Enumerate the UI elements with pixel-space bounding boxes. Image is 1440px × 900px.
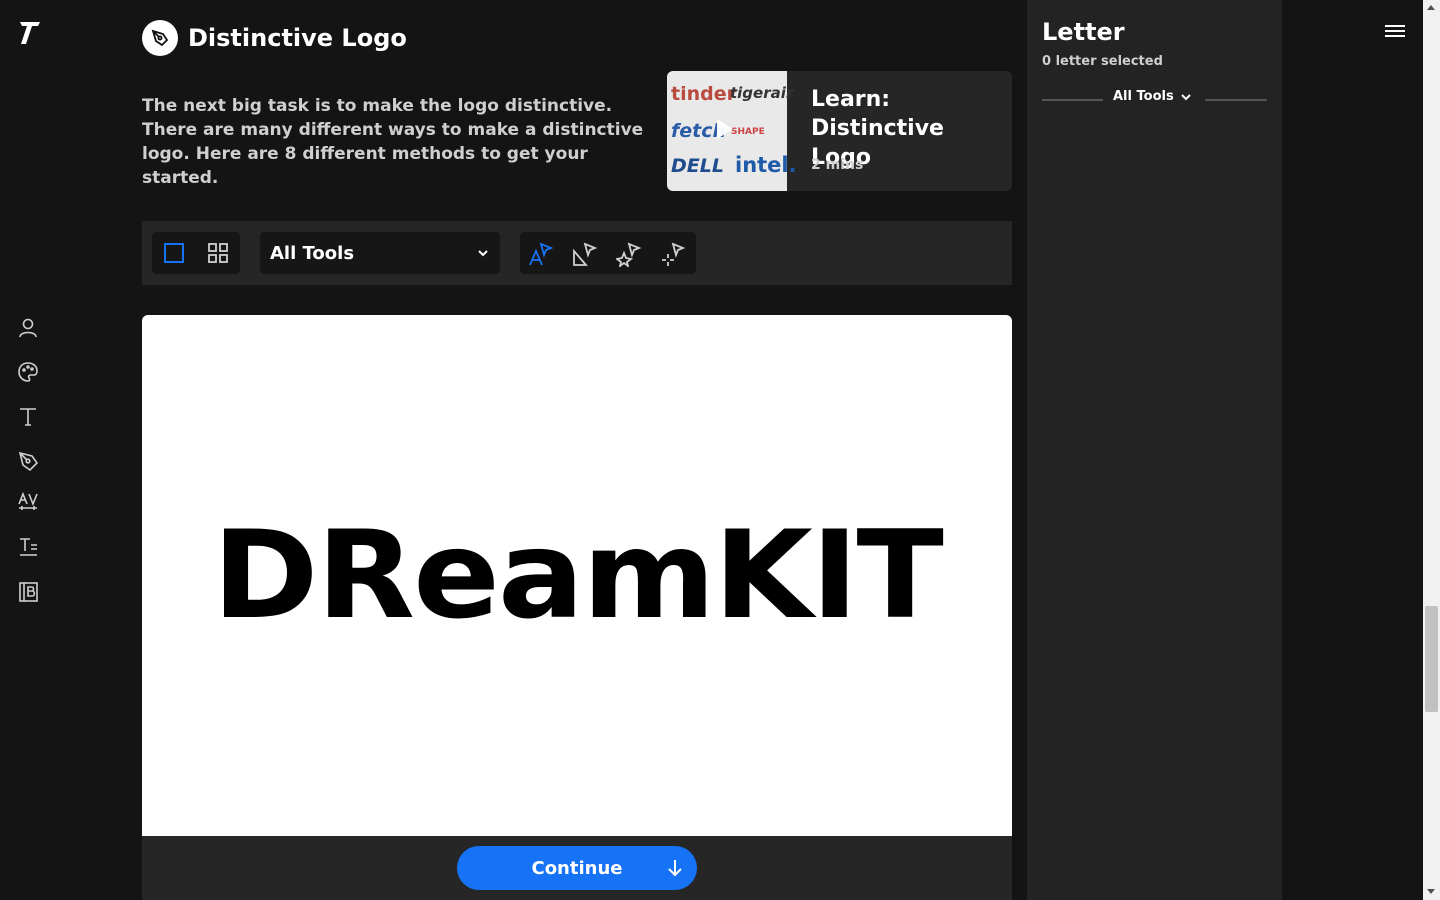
- logo-canvas[interactable]: DReamKIT: [142, 315, 1012, 836]
- letter-panel: Letter 0 letter selected All Tools: [1027, 0, 1282, 900]
- grid-view-button[interactable]: [206, 241, 230, 265]
- scroll-thumb[interactable]: [1425, 606, 1438, 712]
- thumb-word: DELL: [671, 155, 724, 177]
- person-icon[interactable]: [16, 316, 40, 340]
- panel-title: Letter: [1042, 18, 1125, 46]
- hamburger-icon: [1385, 35, 1405, 37]
- continue-label: Continue: [531, 857, 623, 879]
- grid-view-icon: [208, 243, 228, 263]
- chevron-down-icon: [1180, 93, 1191, 100]
- sparkle-select-icon: [616, 242, 642, 267]
- split-select-icon: [662, 242, 686, 266]
- scroll-up-arrow-icon[interactable]: [1427, 5, 1435, 10]
- book-icon[interactable]: [16, 580, 40, 604]
- page-header: Distinctive Logo: [142, 20, 407, 56]
- toolbar: All Tools: [142, 221, 1012, 285]
- text-lines-icon[interactable]: [16, 535, 40, 559]
- sparkle-tool-button[interactable]: [616, 241, 642, 267]
- thumb-word: tinder: [671, 83, 736, 105]
- tool-filter-value: All Tools: [270, 242, 355, 264]
- pen-icon[interactable]: [16, 449, 40, 473]
- split-tool-button[interactable]: [660, 241, 686, 267]
- tool-filter-select[interactable]: All Tools: [260, 232, 500, 274]
- kerning-icon[interactable]: [16, 491, 40, 515]
- logo-preview: DReamKIT: [142, 315, 1012, 836]
- chevron-down-icon: [478, 250, 488, 257]
- video-thumbnail[interactable]: tinder tigerair fetch SHAPE DELL intel.: [667, 71, 797, 191]
- thumb-word: tigerair: [730, 84, 794, 102]
- letter-tool-button[interactable]: [528, 241, 554, 267]
- pen-nib-icon: [142, 20, 178, 56]
- main-content: Distinctive Logo The next big task is to…: [142, 0, 1012, 900]
- learn-duration: 2 mins: [811, 157, 864, 173]
- single-view-icon: [164, 243, 184, 263]
- scroll-down-arrow-icon[interactable]: [1427, 889, 1435, 894]
- continue-button[interactable]: Continue: [457, 846, 697, 890]
- learn-video-card[interactable]: tinder tigerair fetch SHAPE DELL intel. …: [667, 71, 1012, 191]
- panel-filter-label: All Tools: [1113, 89, 1174, 104]
- panel-tool-filter[interactable]: All Tools: [1113, 89, 1192, 104]
- app-logo-icon[interactable]: [16, 18, 42, 46]
- bottom-bar: Continue: [142, 836, 1012, 900]
- hamburger-icon: [1385, 30, 1405, 32]
- logo-text[interactable]: DReamKIT: [212, 505, 943, 647]
- shape-select-icon: [573, 242, 598, 266]
- page-scrollbar[interactable]: [1423, 0, 1440, 900]
- page-title: Distinctive Logo: [188, 24, 407, 52]
- text-icon[interactable]: [16, 404, 40, 428]
- single-view-button[interactable]: [162, 241, 186, 265]
- arrow-down-icon: [668, 860, 682, 877]
- left-rail: [0, 0, 56, 900]
- play-icon[interactable]: [717, 119, 733, 139]
- thumb-word: SHAPE: [731, 127, 765, 137]
- tool-mode-group: [520, 232, 696, 274]
- letter-select-icon: [529, 242, 554, 266]
- divider: [1205, 99, 1267, 101]
- shape-tool-button[interactable]: [572, 241, 598, 267]
- divider: [1042, 99, 1103, 101]
- hamburger-menu-button[interactable]: [1383, 22, 1407, 42]
- palette-icon[interactable]: [16, 360, 40, 384]
- page-description: The next big task is to make the logo di…: [142, 96, 644, 188]
- view-toggle: [152, 232, 240, 274]
- thumb-word: intel.: [735, 153, 797, 177]
- selection-count: 0 letter selected: [1042, 54, 1163, 69]
- hamburger-icon: [1385, 25, 1405, 27]
